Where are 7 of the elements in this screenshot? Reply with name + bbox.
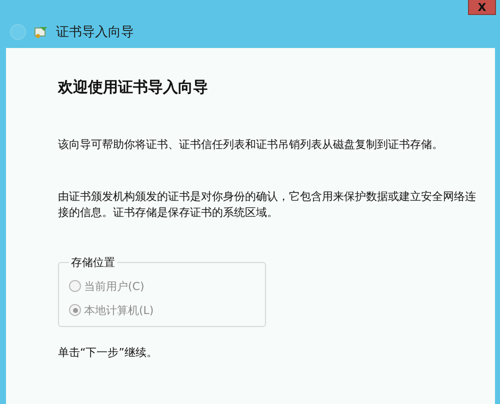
- instruction-text: 单击“下一步”继续。: [58, 345, 158, 361]
- close-button[interactable]: X: [468, 0, 496, 15]
- wizard-heading: 欢迎使用证书导入向导: [58, 78, 209, 97]
- group-legend: 存储位置: [69, 255, 117, 270]
- window-title: 证书导入向导: [56, 24, 134, 41]
- description-text: 由证书颁发机构颁发的证书是对你身份的确认，它包含用来保护数据或建立安全网络连接的信息。证书存储是保存证书的系统区域。: [58, 189, 477, 221]
- description-text: 该向导可帮助你将证书、证书信任列表和证书吊销列表从磁盘复制到证书存储。: [58, 137, 444, 153]
